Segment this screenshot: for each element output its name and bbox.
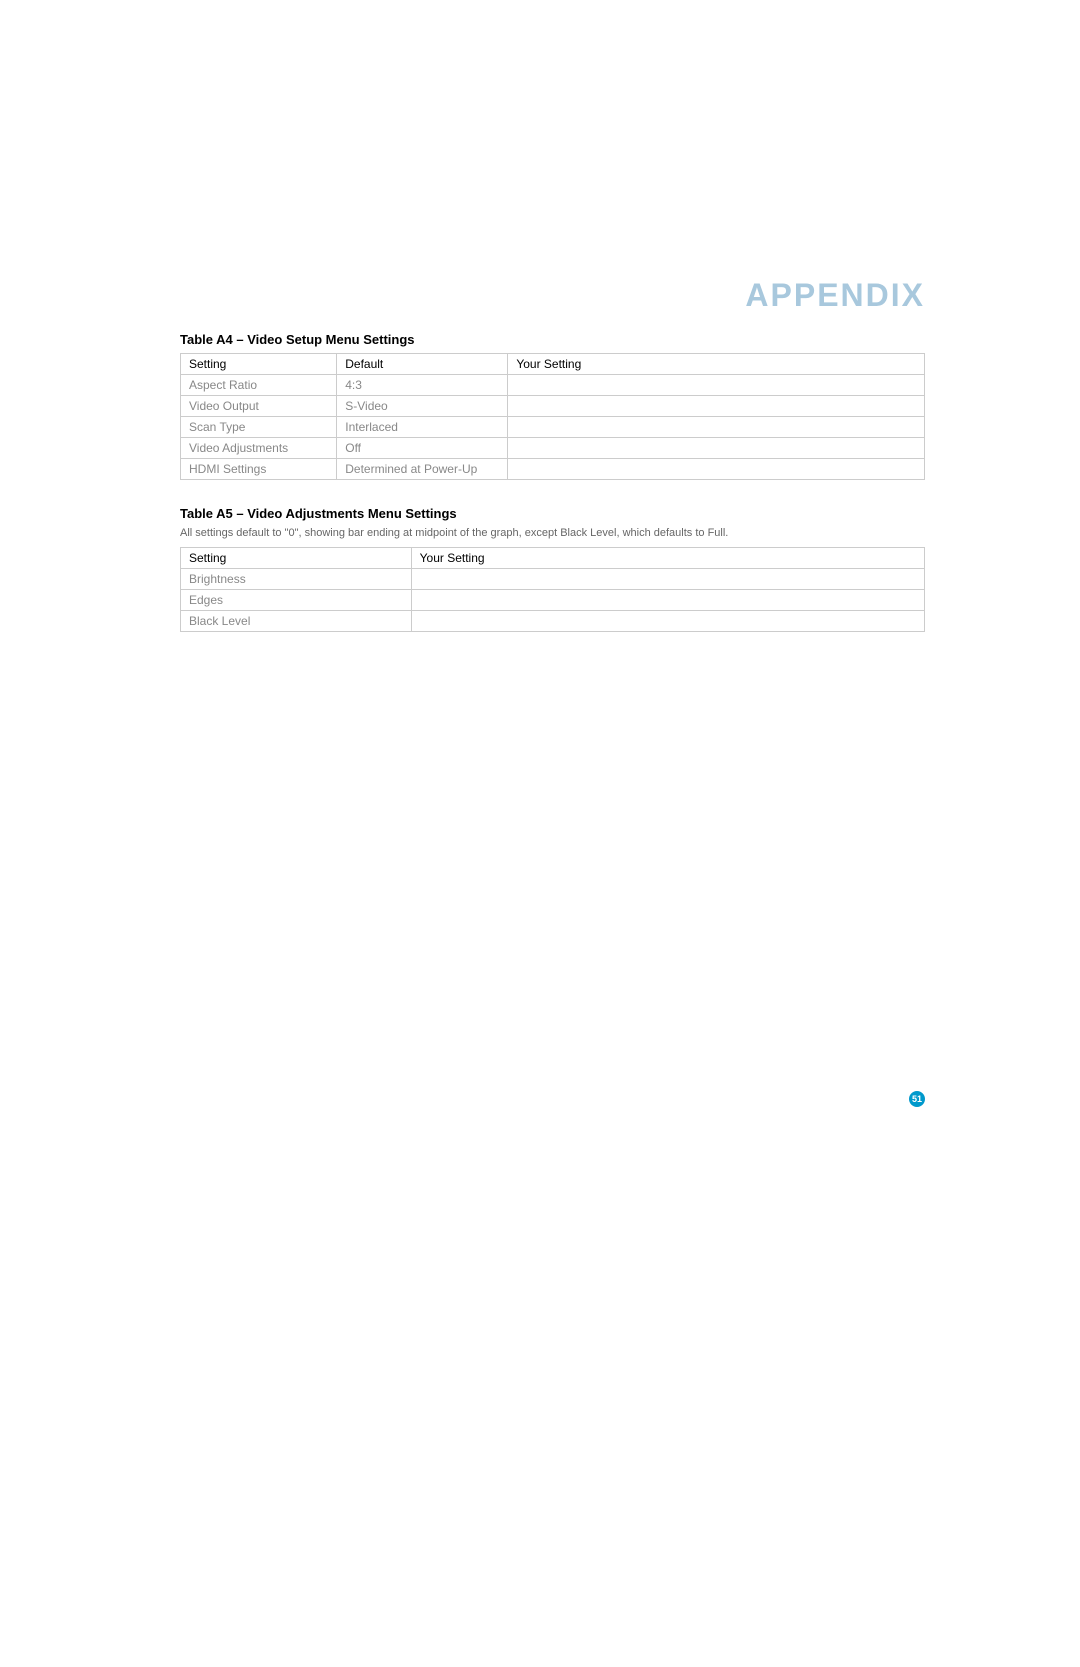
cell-your (411, 611, 924, 632)
table-row: Scan Type Interlaced (181, 417, 925, 438)
table-row: Black Level (181, 611, 925, 632)
table-a5-note: All settings default to "0", showing bar… (180, 527, 925, 539)
cell-your (508, 396, 925, 417)
cell-setting: Video Adjustments (181, 438, 337, 459)
cell-setting: Video Output (181, 396, 337, 417)
appendix-heading: APPENDIX (745, 277, 925, 314)
table-row: Video Output S-Video (181, 396, 925, 417)
cell-your (508, 375, 925, 396)
table-a4: Setting Default Your Setting Aspect Rati… (180, 353, 925, 480)
cell-your (508, 438, 925, 459)
table-a5: Setting Your Setting Brightness Edges Bl… (180, 547, 925, 632)
table-row: Aspect Ratio 4:3 (181, 375, 925, 396)
cell-setting: Scan Type (181, 417, 337, 438)
cell-default: S-Video (337, 396, 508, 417)
page-number-badge: 51 (909, 1091, 925, 1107)
cell-default: Interlaced (337, 417, 508, 438)
table-row: HDMI Settings Determined at Power-Up (181, 459, 925, 480)
cell-setting: HDMI Settings (181, 459, 337, 480)
table-row: Edges (181, 590, 925, 611)
table-a5-caption: Table A5 – Video Adjustments Menu Settin… (180, 506, 925, 521)
cell-your (411, 569, 924, 590)
cell-setting: Edges (181, 590, 412, 611)
cell-your (508, 417, 925, 438)
cell-setting: Brightness (181, 569, 412, 590)
th-default: Default (337, 354, 508, 375)
cell-default: Off (337, 438, 508, 459)
th-setting: Setting (181, 548, 412, 569)
cell-setting: Aspect Ratio (181, 375, 337, 396)
th-setting: Setting (181, 354, 337, 375)
cell-setting: Black Level (181, 611, 412, 632)
table-a4-header-row: Setting Default Your Setting (181, 354, 925, 375)
th-your-setting: Your Setting (411, 548, 924, 569)
table-a5-header-row: Setting Your Setting (181, 548, 925, 569)
cell-default: Determined at Power-Up (337, 459, 508, 480)
content-area: Table A4 – Video Setup Menu Settings Set… (180, 332, 925, 658)
table-row: Brightness (181, 569, 925, 590)
th-your-setting: Your Setting (508, 354, 925, 375)
cell-your (411, 590, 924, 611)
table-a4-caption: Table A4 – Video Setup Menu Settings (180, 332, 925, 347)
cell-your (508, 459, 925, 480)
table-row: Video Adjustments Off (181, 438, 925, 459)
cell-default: 4:3 (337, 375, 508, 396)
